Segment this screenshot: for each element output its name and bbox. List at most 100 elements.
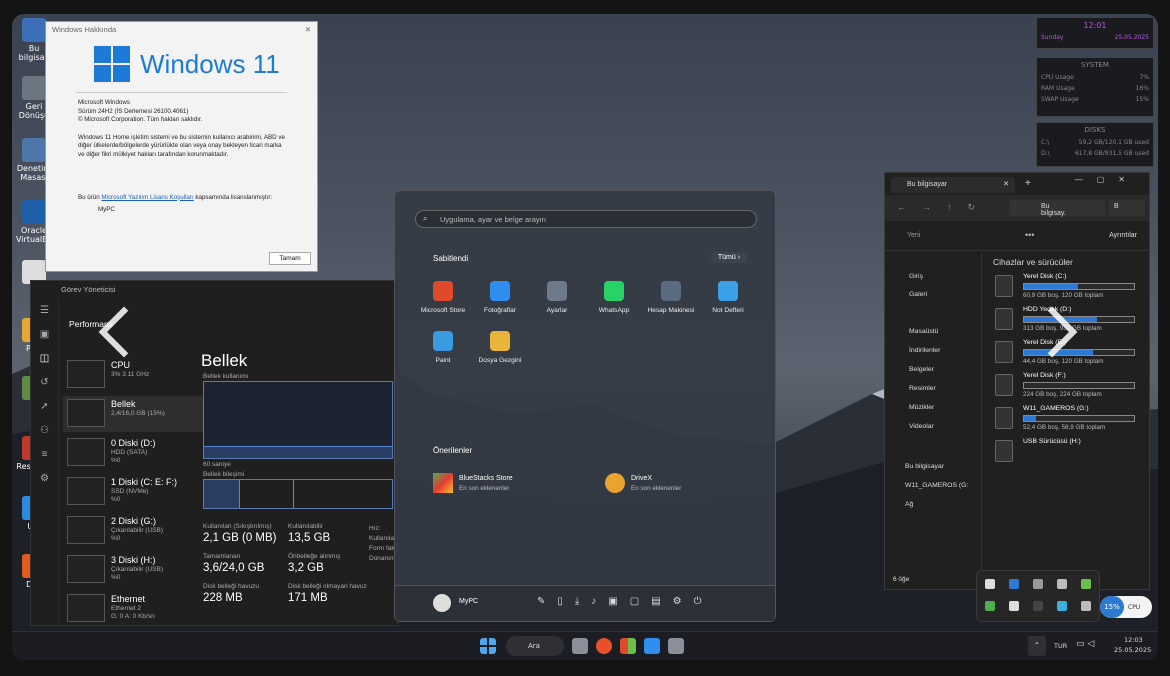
pinned-app[interactable]: Dosya Gezgini (472, 331, 528, 364)
taskbar-time[interactable]: 12:03 (1124, 636, 1143, 644)
nav-item[interactable]: Müzikler (891, 404, 934, 411)
pinned-app[interactable]: Fotoğraflar (472, 281, 528, 314)
stat-value: 2,1 GB (0 MB) (203, 532, 277, 544)
nav-item[interactable]: Galeri (891, 291, 927, 298)
tray-icon-10[interactable] (1081, 601, 1091, 611)
menu-icon[interactable]: ☰ (31, 299, 58, 323)
tray-icon-4[interactable] (1057, 579, 1067, 589)
pinned-app[interactable]: Ayarlar (529, 281, 585, 314)
drive-name: Yerel Disk (F:) (1023, 372, 1066, 379)
brave-taskbar-icon[interactable] (596, 638, 612, 654)
nav-item[interactable]: W11_GAMEROS (G: (891, 482, 968, 489)
drive-space: 224 GB boş, 224 GB toplam (1023, 391, 1102, 398)
tab-this-pc[interactable]: Bu bilgisayar ✕ (891, 177, 1015, 193)
taskbar: Ara ⌃ TUR ▭ ◁ 12:03 25.05.2025 (12, 631, 1158, 660)
drive-item[interactable]: Yerel Disk (F:) 224 GB boş, 224 GB toplam (989, 372, 1145, 400)
avatar[interactable] (433, 594, 451, 612)
history-icon[interactable]: ↺ (31, 371, 58, 395)
task-manager-title: Görev Yöneticisi (61, 285, 116, 294)
resource-name: 0 Diski (D:) (111, 438, 156, 448)
tray-icon-6[interactable] (985, 601, 995, 611)
performance-icon[interactable]: ◫ (31, 347, 58, 371)
pinned-app[interactable]: WhatsApp (586, 281, 642, 314)
stat-value: 13,5 GB (288, 532, 331, 544)
nav-arrows[interactable]: ←→↑↻ (897, 202, 991, 213)
close-tab-icon[interactable]: ✕ (1003, 180, 1009, 188)
nav-item[interactable]: Ağ (891, 501, 913, 508)
disks-widget: DISKS C:\ 59,2 GB/120,1 GB used D:\ 617,8 … (1036, 122, 1154, 167)
tray-icon-1[interactable] (985, 579, 995, 589)
pinned-app[interactable]: Paint (415, 331, 471, 364)
processes-icon[interactable]: ▣ (31, 323, 58, 347)
more-icon[interactable]: ••• (1025, 230, 1034, 240)
nav-item[interactable]: Masaüstü (891, 328, 938, 335)
task-manager-window: Görev Yöneticisi ☰ ▣ ◫ ↺ ➚ ⚇ ≡ ⚙ Performans CPU… (30, 280, 398, 660)
rec-item-2-name[interactable]: DriveX (631, 475, 652, 482)
startup-icon[interactable]: ➚ (31, 395, 58, 419)
nav-item[interactable]: Bu bilgisayar (891, 463, 944, 470)
window-controls[interactable]: —▢✕ (1075, 175, 1139, 184)
taskbar-search[interactable]: Ara (506, 636, 564, 656)
resource-item[interactable]: Bellek 2,4/16,0 GB (15%) (63, 396, 203, 432)
all-apps-button[interactable]: Tümü › (710, 252, 747, 263)
store-taskbar-icon[interactable] (620, 638, 636, 654)
nav-item[interactable]: İndirilenler (891, 347, 940, 354)
tray-icon-2[interactable] (1009, 579, 1019, 589)
resource-name: 1 Diski (C: E: F:) (111, 477, 178, 487)
nav-item[interactable]: Resimler (891, 385, 936, 392)
details-button[interactable]: Ayrıntılar (1109, 232, 1137, 239)
start-search-input[interactable]: Uygulama, ayar ve belge arayın (415, 210, 757, 228)
nav-item[interactable]: Videolar (891, 423, 934, 430)
tray-icon-3[interactable] (1033, 579, 1043, 589)
user-name: MyPC (459, 598, 479, 605)
pinned-app[interactable]: Not Defteri (700, 281, 756, 314)
nav-item[interactable]: Belgeler (891, 366, 934, 373)
swap-usage-value: 15% (1135, 96, 1149, 103)
photos-taskbar-icon[interactable] (644, 638, 660, 654)
nav-item[interactable]: Giriş (891, 273, 923, 280)
drive-item[interactable]: Yerel Disk (C:) 60,9 GB boş, 120 GB topla… (989, 273, 1145, 301)
pinned-app[interactable]: Hesap Makinesi (643, 281, 699, 314)
tray-icon-7[interactable] (1009, 601, 1019, 611)
resource-item[interactable]: 3 Diski (H:) Çıkarılabilir (USB) %0 (63, 552, 203, 588)
license-link[interactable]: Microsoft Yazılım Lisans Koşulları (101, 194, 193, 201)
services-icon[interactable]: ⚙ (31, 467, 58, 491)
resource-item[interactable]: 0 Diski (D:) HDD (SATA) %0 (63, 435, 203, 471)
ok-button[interactable]: Tamam (269, 252, 311, 265)
memory-heading: Bellek (201, 351, 248, 370)
drive-usage-bar (1023, 382, 1135, 389)
resource-name: 2 Diski (G:) (111, 516, 156, 526)
resource-item[interactable]: 1 Diski (C: E: F:) SSD (NVMe) %0 (63, 474, 203, 510)
file-explorer-taskbar-icon[interactable] (572, 638, 588, 654)
drive-item[interactable]: W11_GAMEROS (G:) 52,4 GB boş, 58,9 GB top… (989, 405, 1145, 433)
resource-item[interactable]: 2 Diski (G:) Çıkarılabilir (USB) %0 (63, 513, 203, 549)
address-row: ←→↑↻ Bu bilgisay. B (885, 195, 1149, 221)
resource-thumbnail (67, 477, 105, 505)
notepad-taskbar-icon[interactable] (668, 638, 684, 654)
language-indicator[interactable]: TUR (1054, 642, 1067, 650)
tray-icon-5[interactable] (1081, 579, 1091, 589)
address-bar[interactable]: Bu bilgisay. (1009, 200, 1105, 217)
start-icon[interactable] (480, 638, 496, 654)
about-title: Windows Hakkında (52, 25, 117, 34)
explorer-search-input[interactable]: B (1109, 200, 1145, 216)
drive-item[interactable]: Yerel Disk (E:) 44,4 GB boş, 120 GB topla… (989, 339, 1145, 367)
resource-item[interactable]: Ethernet Ethernet 2 G: 0 A: 0 Kb/sn (63, 591, 203, 627)
start-quick-icons[interactable]: ✎▯⤓♪▣▢▤⚙⏻ (537, 596, 714, 607)
chevron-up-icon[interactable]: ⌃ (1028, 636, 1046, 656)
new-tab-icon[interactable]: + (1025, 178, 1031, 189)
drive-item[interactable]: USB Sürücüsü (H:) (989, 438, 1145, 466)
cpu-meter[interactable]: 15% CPU (1100, 596, 1152, 618)
details-icon[interactable]: ≡ (31, 443, 58, 467)
tray-icon-9[interactable] (1057, 601, 1067, 611)
tray-icon-8[interactable] (1033, 601, 1043, 611)
close-icon[interactable]: ✕ (305, 25, 311, 35)
rec-item-1-name[interactable]: BlueStacks Store (459, 475, 513, 482)
taskbar-date[interactable]: 25.05.2025 (1114, 646, 1151, 654)
side-stat-label: Form fak (369, 545, 395, 552)
resource-item[interactable]: CPU 3% 3.11 GHz (63, 357, 203, 393)
pinned-app[interactable]: Microsoft Store (415, 281, 471, 314)
network-volume-icons[interactable]: ▭ ◁ (1076, 639, 1094, 649)
new-button[interactable]: Yeni (907, 232, 920, 239)
users-icon[interactable]: ⚇ (31, 419, 58, 443)
